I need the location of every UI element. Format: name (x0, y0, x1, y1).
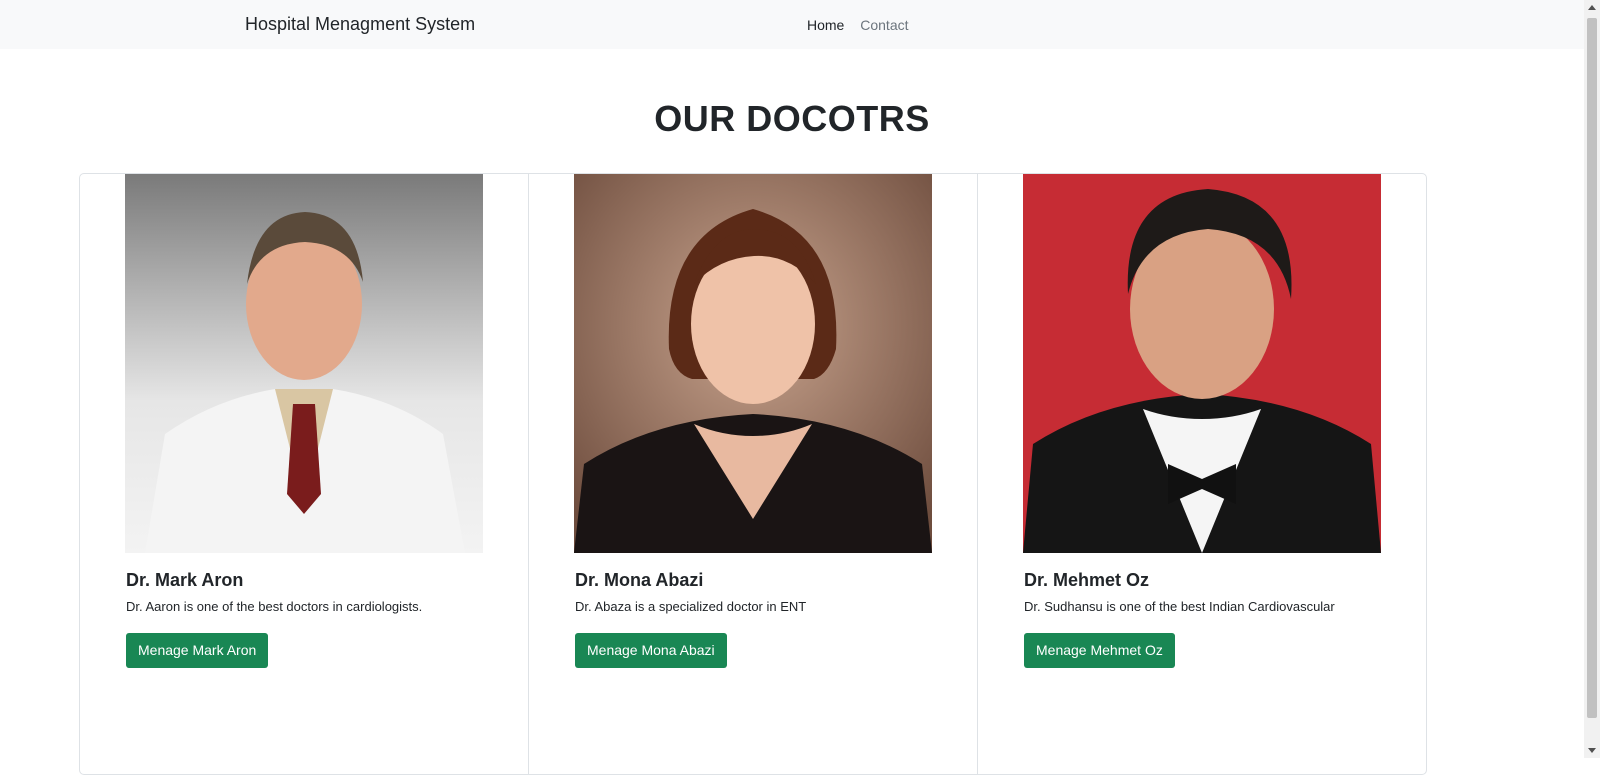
manage-doctor-button[interactable]: Menage Mark Aron (126, 633, 269, 668)
doctor-photo (1023, 174, 1381, 553)
doctor-portrait-image (1023, 174, 1381, 553)
doctor-name: Dr. Mona Abazi (575, 570, 704, 590)
nav-link-home[interactable]: Home (807, 17, 844, 33)
doctor-photo (125, 174, 483, 553)
manage-doctor-button[interactable]: Menage Mona Abazi (575, 633, 727, 668)
scroll-down-icon[interactable] (1588, 748, 1596, 753)
doctor-portrait-image (125, 174, 483, 553)
top-navbar: Hospital Menagment System Home Contact (0, 0, 1584, 49)
page-title: OUR DOCOTRS (654, 98, 930, 139)
scroll-up-icon[interactable] (1588, 5, 1596, 10)
doctor-card: Dr. Mehmet Oz Dr. Sudhansu is one of the… (978, 174, 1426, 774)
doctor-name: Dr. Mark Aron (126, 570, 244, 590)
brand-title[interactable]: Hospital Menagment System (245, 14, 475, 35)
doctor-photo (574, 174, 932, 553)
vertical-scrollbar[interactable] (1584, 0, 1600, 758)
doctor-name: Dr. Mehmet Oz (1024, 570, 1150, 590)
nav-link-contact[interactable]: Contact (860, 17, 908, 33)
doctor-description: Dr. Abaza is a specialized doctor in ENT (575, 599, 807, 614)
doctor-portrait-image (574, 174, 932, 553)
doctor-card: Dr. Mona Abazi Dr. Abaza is a specialize… (529, 174, 978, 774)
doctor-card: Dr. Mark Aron Dr. Aaron is one of the be… (80, 174, 529, 774)
doctor-description: Dr. Aaron is one of the best doctors in … (126, 599, 423, 614)
manage-doctor-button[interactable]: Menage Mehmet Oz (1024, 633, 1175, 668)
scrollbar-thumb[interactable] (1587, 18, 1597, 718)
nav-links: Home Contact (807, 17, 921, 33)
doctor-description: Dr. Sudhansu is one of the best Indian C… (1024, 599, 1335, 614)
doctor-card-group: Dr. Mark Aron Dr. Aaron is one of the be… (79, 173, 1427, 775)
